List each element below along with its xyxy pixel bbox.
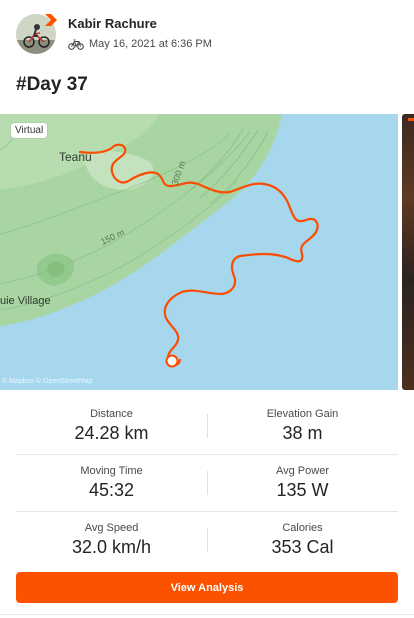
stat-value: 38 m [282,423,323,443]
stat-avg-speed: Avg Speed 32.0 km/h [16,512,207,568]
activity-photo-thumbnail[interactable] [402,114,414,390]
activity-timestamp: May 16, 2021 at 6:36 PM [89,38,212,50]
stat-label: Avg Power [276,465,329,477]
stats-row-3: Avg Speed 32.0 km/h Calories 353 Cal [16,512,398,568]
map-label-village: uie Village [0,295,51,307]
route-map[interactable]: Virtual Teanu uie Village 150 m 300 m © … [0,114,398,390]
stat-calories: Calories 353 Cal [207,512,398,568]
activity-meta: May 16, 2021 at 6:36 PM [68,38,212,50]
stat-label: Moving Time [80,465,143,477]
stat-value: 45:32 [88,480,135,500]
stat-value: 135 W [276,480,329,500]
stat-value: 24.28 km [74,423,149,443]
stats-grid: Distance 24.28 km Elevation Gain 38 m Mo… [16,398,398,568]
stat-label: Distance [90,408,133,420]
stat-avg-power: Avg Power 135 W [207,455,398,511]
stat-value: 32.0 km/h [71,537,152,557]
bike-icon [68,38,84,50]
athlete-name[interactable]: Kabir Rachure [68,16,157,31]
stats-row-2: Moving Time 45:32 Avg Power 135 W [16,455,398,512]
divider [0,614,414,615]
subscriber-chevron-icon [45,14,57,26]
activity-header: Kabir Rachure May 16, 2021 at 6:36 PM [16,14,396,58]
stat-value: 353 Cal [271,537,334,557]
stat-label: Avg Speed [84,522,139,534]
view-analysis-button[interactable]: View Analysis [16,572,398,603]
map-label-town: Teanu [59,150,92,164]
stat-label: Elevation Gain [266,408,339,420]
stat-elevation-gain: Elevation Gain 38 m [207,398,398,454]
map-attribution[interactable]: © Mapbox © OpenStreetMap [2,378,92,385]
stat-label: Calories [282,522,323,534]
stats-row-1: Distance 24.28 km Elevation Gain 38 m [16,398,398,455]
virtual-tag: Virtual [11,123,48,138]
stat-moving-time: Moving Time 45:32 [16,455,207,511]
activity-title[interactable]: #Day 37 [16,74,88,96]
stat-distance: Distance 24.28 km [16,398,207,454]
